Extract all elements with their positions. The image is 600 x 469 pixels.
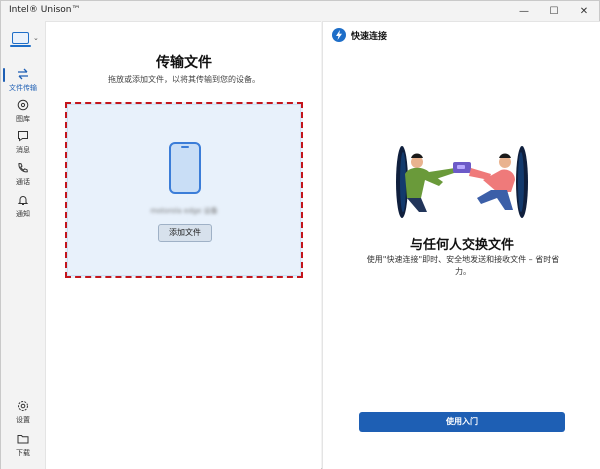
sidebar-item-label: 通知 bbox=[16, 210, 30, 218]
minimize-button[interactable]: — bbox=[509, 1, 539, 21]
sidebar-item-settings[interactable]: 设置 bbox=[3, 399, 43, 429]
message-icon bbox=[16, 129, 30, 143]
sidebar-item-label: 通话 bbox=[16, 178, 30, 186]
window-title: Intel® Unison™ bbox=[9, 5, 81, 15]
close-button[interactable]: ✕ bbox=[569, 1, 599, 21]
title-bar: Intel® Unison™ — ☐ ✕ bbox=[1, 1, 599, 21]
sidebar-item-label: 消息 bbox=[16, 146, 30, 154]
quick-connect-panel: 快速连接 与任何人交换文件 使用"快速连接"即时、安全地发送和接收文件 – 省时… bbox=[322, 21, 600, 469]
phone-icon bbox=[16, 161, 30, 175]
bell-icon bbox=[16, 193, 30, 207]
lightning-icon bbox=[332, 28, 346, 42]
transfer-panel: 传输文件 拖放或添加文件，以将其传输到您的设备。 motorola edge 设… bbox=[45, 21, 321, 469]
file-exchange-illustration bbox=[393, 144, 531, 220]
sidebar-item-calls[interactable]: 通话 bbox=[3, 161, 43, 191]
page-title: 传输文件 bbox=[156, 55, 212, 71]
sidebar-item-gallery[interactable]: 图库 bbox=[3, 98, 43, 128]
sidebar-nav: ⌄ 文件传输 图库 消息 通话 通知 设置 下载 bbox=[1, 21, 45, 469]
sidebar-item-downloads[interactable]: 下载 bbox=[3, 432, 43, 462]
sidebar-item-notifications[interactable]: 通知 bbox=[3, 193, 43, 223]
smartphone-icon bbox=[169, 142, 201, 194]
page-subtitle: 拖放或添加文件，以将其传输到您的设备。 bbox=[108, 75, 260, 84]
gear-icon bbox=[16, 399, 30, 413]
sidebar-item-transfer[interactable]: 文件传输 bbox=[3, 67, 43, 97]
get-started-button[interactable]: 使用入门 bbox=[359, 412, 565, 432]
sidebar-item-label: 下载 bbox=[16, 449, 30, 457]
sidebar-item-messages[interactable]: 消息 bbox=[3, 129, 43, 159]
panel-header-title: 快速连接 bbox=[351, 32, 388, 42]
transfer-icon bbox=[16, 67, 30, 81]
gallery-icon bbox=[16, 98, 30, 112]
app-window: Intel® Unison™ — ☐ ✕ ⌄ 文件传输 图库 消息 通话 通知 … bbox=[0, 0, 600, 469]
quick-connect-title: 与任何人交换文件 bbox=[409, 238, 514, 253]
add-file-button[interactable]: 添加文件 bbox=[158, 224, 212, 242]
laptop-icon bbox=[10, 32, 31, 47]
sidebar-item-label: 图库 bbox=[16, 115, 30, 123]
folder-icon bbox=[16, 432, 30, 446]
file-drop-zone[interactable]: motorola edge 设备 添加文件 bbox=[65, 102, 303, 278]
device-switcher[interactable]: ⌄ bbox=[10, 29, 42, 47]
maximize-button[interactable]: ☐ bbox=[539, 1, 569, 21]
device-name: motorola edge 设备 bbox=[150, 207, 218, 215]
quick-connect-description: 使用"快速连接"即时、安全地发送和接收文件 – 省时省力。 bbox=[366, 255, 560, 276]
sidebar-item-label: 文件传输 bbox=[9, 84, 37, 92]
chevron-down-icon: ⌄ bbox=[33, 34, 39, 42]
sidebar-item-label: 设置 bbox=[16, 416, 30, 424]
